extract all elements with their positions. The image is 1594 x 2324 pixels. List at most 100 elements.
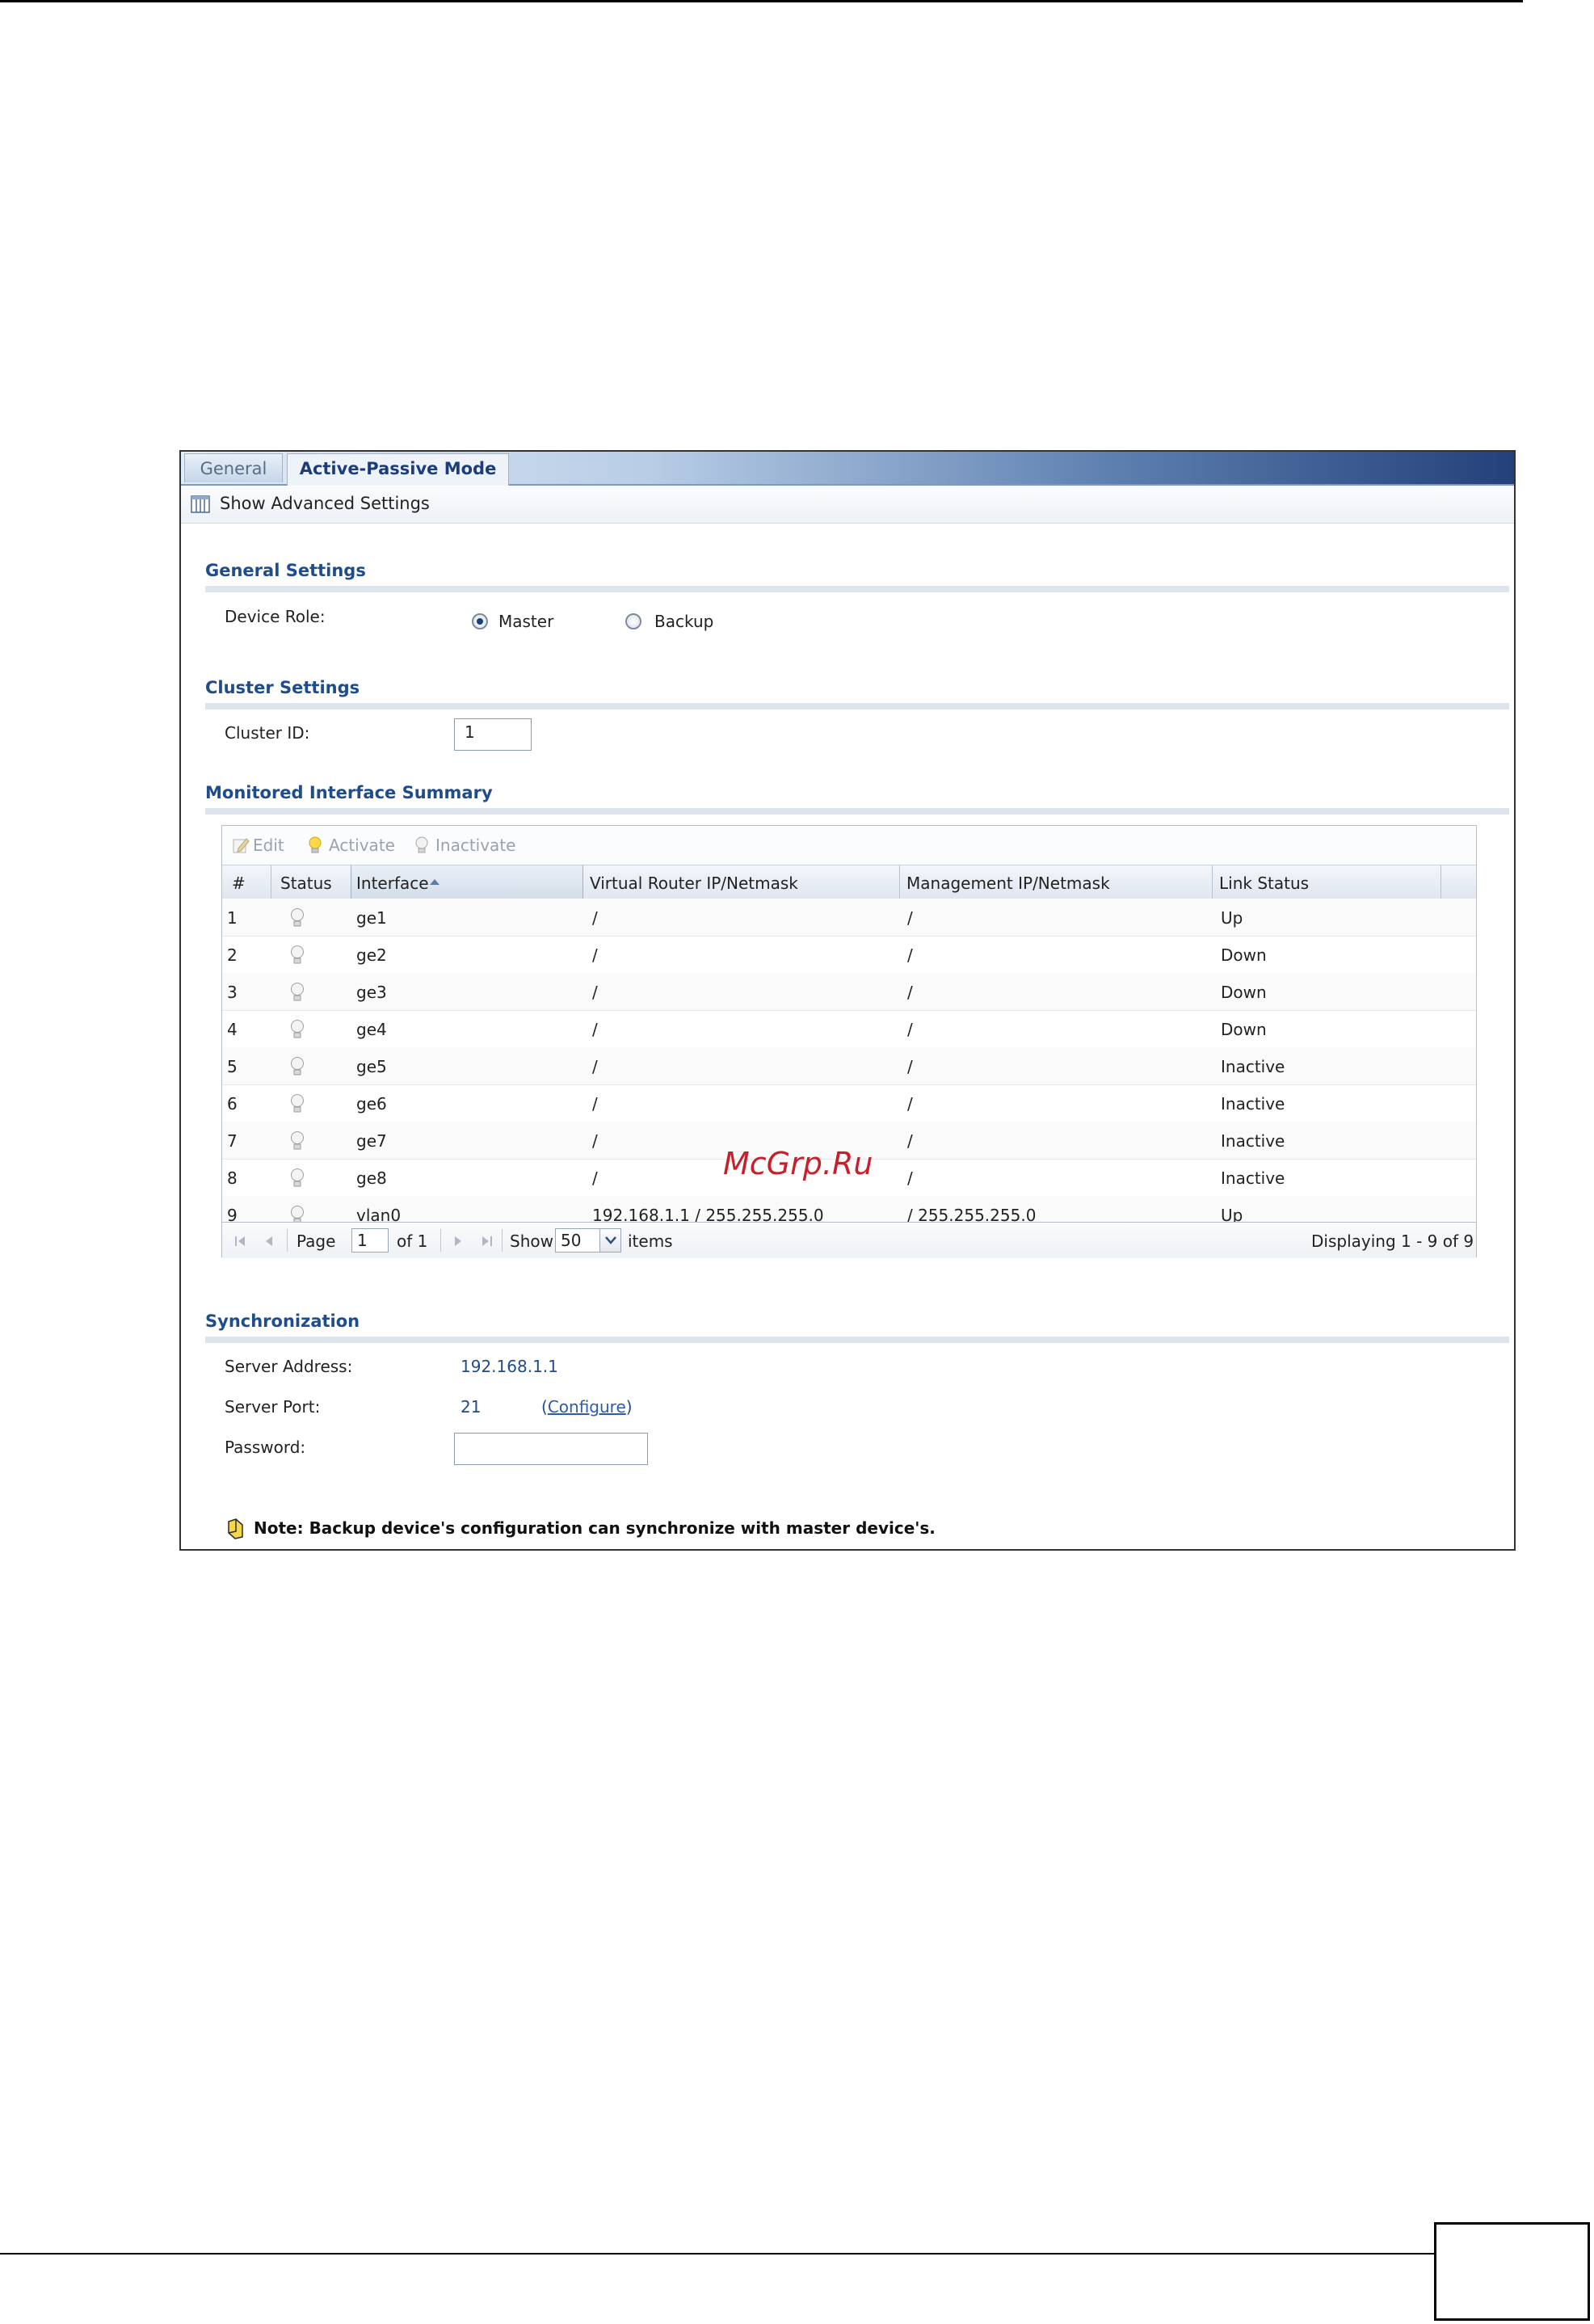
lightbulb-off-icon [415,836,428,853]
password-input[interactable] [454,1433,648,1465]
table-row[interactable]: 3 ge3 / / Down [222,973,1476,1011]
interface-name: ge6 [356,1094,387,1114]
virtual-router-ip: / [592,908,598,928]
management-ip: / [907,1094,913,1114]
configure-link[interactable]: Configure [548,1397,626,1417]
virtual-router-ip: / [592,1020,598,1039]
column-header-status[interactable]: Status [280,874,332,893]
column-header-interface[interactable]: Interface [356,874,429,893]
page-label: Page [297,1231,336,1251]
items-per-page-select[interactable]: 50 [555,1228,600,1253]
lightbulb-off-icon [291,1057,304,1076]
interface-name: ge7 [356,1131,387,1151]
page-number-input[interactable]: 1 [351,1228,389,1253]
columns-icon [191,495,210,513]
management-ip: / [907,1168,913,1188]
sort-ascending-icon [430,879,440,885]
column-header-virtual-router-ip[interactable]: Virtual Router IP/Netmask [590,874,798,893]
link-status: Inactive [1221,1094,1285,1114]
edit-icon [233,838,250,853]
section-divider [205,703,1509,709]
management-ip: / [907,983,913,1002]
link-status: Down [1221,983,1267,1002]
row-number: 5 [227,1057,238,1076]
lightbulb-off-icon [291,983,304,1001]
show-advanced-settings-link[interactable]: Show Advanced Settings [220,494,430,513]
link-status: Inactive [1221,1057,1285,1076]
tab-active-passive-mode[interactable]: Active-Passive Mode [287,453,509,486]
column-separator [899,865,900,899]
management-ip: / [907,1057,913,1076]
row-number: 2 [227,945,238,965]
management-ip: / [907,1020,913,1039]
lightbulb-off-icon [291,908,304,927]
activate-button[interactable]: Activate [329,836,395,855]
previous-page-icon[interactable] [263,1234,277,1248]
row-number: 6 [227,1094,238,1114]
interface-name: ge3 [356,983,387,1002]
virtual-router-ip: / [592,1131,598,1151]
items-label: items [628,1231,673,1251]
items-per-page-dropdown[interactable] [600,1228,621,1253]
master-radio-label[interactable]: Master [498,612,553,631]
password-label: Password: [225,1438,306,1457]
lightbulb-on-icon [309,836,322,853]
management-ip: / [907,945,913,965]
last-page-icon[interactable] [479,1234,494,1248]
top-page-rule [0,0,1523,2]
interface-name: ge2 [356,945,387,965]
management-ip: / [907,908,913,928]
backup-radio-label[interactable]: Backup [654,612,713,631]
virtual-router-ip: / [592,983,598,1002]
table-row[interactable]: 5 ge5 / / Inactive [222,1047,1476,1085]
virtual-router-ip: / [592,1057,598,1076]
lightbulb-off-icon [291,1094,304,1113]
first-page-icon[interactable] [233,1234,248,1248]
section-divider [205,1337,1509,1343]
server-address-value: 192.168.1.1 [461,1357,558,1376]
interface-name: ge1 [356,908,387,928]
pager-separator [502,1229,503,1252]
virtual-router-ip: / [592,945,598,965]
interface-name: ge8 [356,1168,387,1188]
pager-separator [440,1229,441,1252]
cluster-settings-title: Cluster Settings [205,678,360,697]
device-role-label: Device Role: [225,607,326,626]
interface-summary-table: Edit Activate Inactivate # Status Interf… [221,825,1477,1258]
column-header-link-status[interactable]: Link Status [1219,874,1309,893]
column-header-number[interactable]: # [232,874,246,893]
row-number: 3 [227,983,238,1002]
table-header: # Status Interface Virtual Router IP/Net… [222,865,1476,900]
interface-name: ge4 [356,1020,387,1039]
next-page-icon[interactable] [450,1234,465,1248]
tab-general[interactable]: General [184,453,283,482]
displaying-count: Displaying 1 - 9 of 9 [1311,1231,1474,1251]
row-number: 7 [227,1131,238,1151]
backup-radio[interactable] [625,613,641,629]
cluster-id-input[interactable]: 1 [454,718,532,751]
show-label: Show [510,1231,553,1251]
link-status: Down [1221,945,1267,965]
master-radio[interactable] [472,613,488,629]
link-status: Down [1221,1020,1267,1039]
table-row[interactable]: 4 ge4 / / Down [222,1010,1476,1048]
table-toolbar: Edit Activate Inactivate [222,826,1476,865]
page-number-box [1434,2222,1590,2321]
table-row[interactable]: 1 ge1 / / Up [222,899,1476,937]
virtual-router-ip: / [592,1168,598,1188]
section-divider [205,808,1509,815]
link-status: Inactive [1221,1168,1285,1188]
lightbulb-off-icon [291,1020,304,1038]
configure-paren-close: ) [625,1397,633,1417]
general-settings-title: General Settings [205,561,366,580]
edit-button[interactable]: Edit [253,836,284,855]
column-header-management-ip[interactable]: Management IP/Netmask [906,874,1110,893]
table-pager: Page 1 of 1 Show 50 items Displaying 1 -… [222,1222,1476,1258]
server-address-label: Server Address: [225,1357,353,1376]
table-row[interactable]: 6 ge6 / / Inactive [222,1084,1476,1122]
table-row[interactable]: 2 ge2 / / Down [222,936,1476,974]
virtual-router-ip: / [592,1094,598,1114]
inactivate-button[interactable]: Inactivate [435,836,515,855]
lightbulb-off-icon [291,1168,304,1187]
advanced-settings-bar[interactable]: Show Advanced Settings [181,486,1514,524]
